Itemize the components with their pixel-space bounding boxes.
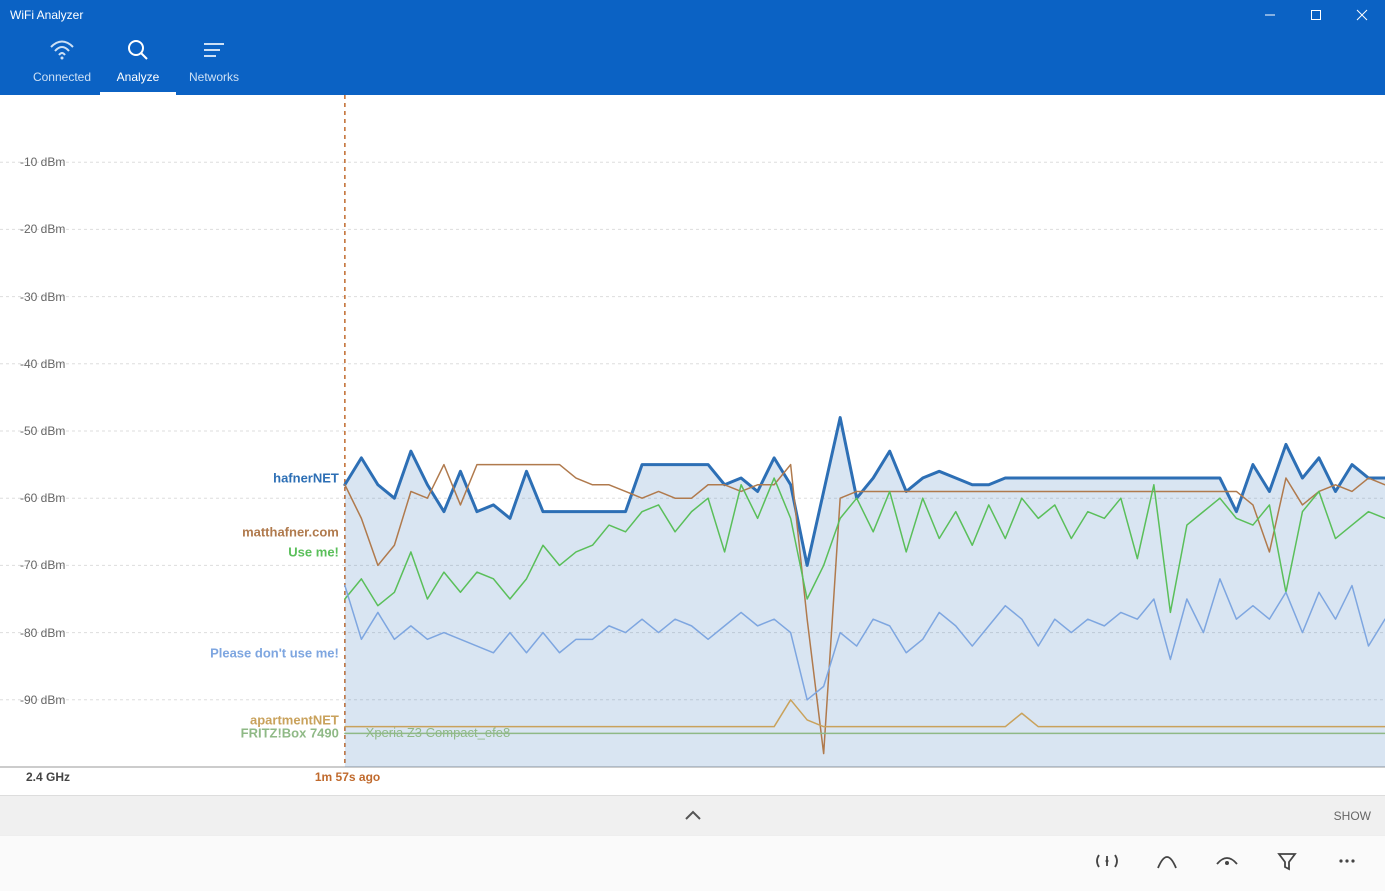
y-tick-label: -80 dBm bbox=[20, 626, 65, 640]
magnify-icon bbox=[126, 36, 150, 64]
series-label: Xperia Z3 Compact_efe8 bbox=[366, 725, 511, 740]
y-tick-label: -70 dBm bbox=[20, 558, 65, 572]
tab-label: Connected bbox=[33, 64, 91, 92]
series-label: Use me! bbox=[288, 544, 339, 559]
tool-signal[interactable] bbox=[1077, 836, 1137, 892]
tab-analyze[interactable]: Analyze bbox=[100, 30, 176, 95]
series-label: hafnerNET bbox=[273, 471, 339, 486]
signal-chart: -10 dBm -20 dBm -30 dBm -40 dBm -50 dBm -60 d… bbox=[0, 95, 1385, 772]
minimize-button[interactable] bbox=[1247, 0, 1293, 30]
tab-strip: Connected Analyze Networks bbox=[0, 30, 1385, 95]
x-band-label: 2.4 GHz bbox=[26, 770, 70, 792]
more-icon bbox=[1336, 850, 1358, 877]
y-tick-label: -20 dBm bbox=[20, 222, 65, 236]
tool-more[interactable] bbox=[1317, 836, 1377, 892]
chevron-up-icon bbox=[683, 806, 703, 826]
wifi-icon bbox=[49, 36, 75, 64]
expand-panel: SHOW bbox=[0, 795, 1385, 835]
show-button[interactable]: SHOW bbox=[1334, 809, 1371, 823]
series-label: Please don't use me! bbox=[210, 645, 339, 660]
time-marker-label: 1m 57s ago bbox=[315, 770, 380, 784]
tab-connected[interactable]: Connected bbox=[24, 30, 100, 95]
y-tick-label: -40 dBm bbox=[20, 357, 65, 371]
titlebar: WiFi Analyzer bbox=[0, 0, 1385, 30]
y-tick-label: -30 dBm bbox=[20, 290, 65, 304]
series-label: matthafner.com bbox=[242, 524, 339, 539]
tool-channel[interactable] bbox=[1137, 836, 1197, 892]
app-title: WiFi Analyzer bbox=[10, 8, 1247, 22]
eye-icon bbox=[1214, 850, 1240, 877]
y-tick-label: -90 dBm bbox=[20, 693, 65, 707]
maximize-button[interactable] bbox=[1293, 0, 1339, 30]
bottom-toolbar bbox=[0, 835, 1385, 891]
filter-icon bbox=[1276, 850, 1298, 877]
y-tick-label: -10 dBm bbox=[20, 155, 65, 169]
y-tick-label: -60 dBm bbox=[20, 491, 65, 505]
tool-eye[interactable] bbox=[1197, 836, 1257, 892]
y-tick-label: -50 dBm bbox=[20, 424, 65, 438]
close-button[interactable] bbox=[1339, 0, 1385, 30]
tab-label: Networks bbox=[189, 64, 239, 92]
channel-arc-icon bbox=[1154, 850, 1180, 877]
tool-filter[interactable] bbox=[1257, 836, 1317, 892]
signal-icon bbox=[1094, 850, 1120, 877]
tab-label: Analyze bbox=[117, 64, 160, 92]
expand-chevron-button[interactable] bbox=[0, 796, 1385, 835]
series-label: FRITZ!Box 7490 bbox=[241, 726, 339, 741]
tab-networks[interactable]: Networks bbox=[176, 30, 252, 95]
bars-icon bbox=[202, 36, 226, 64]
